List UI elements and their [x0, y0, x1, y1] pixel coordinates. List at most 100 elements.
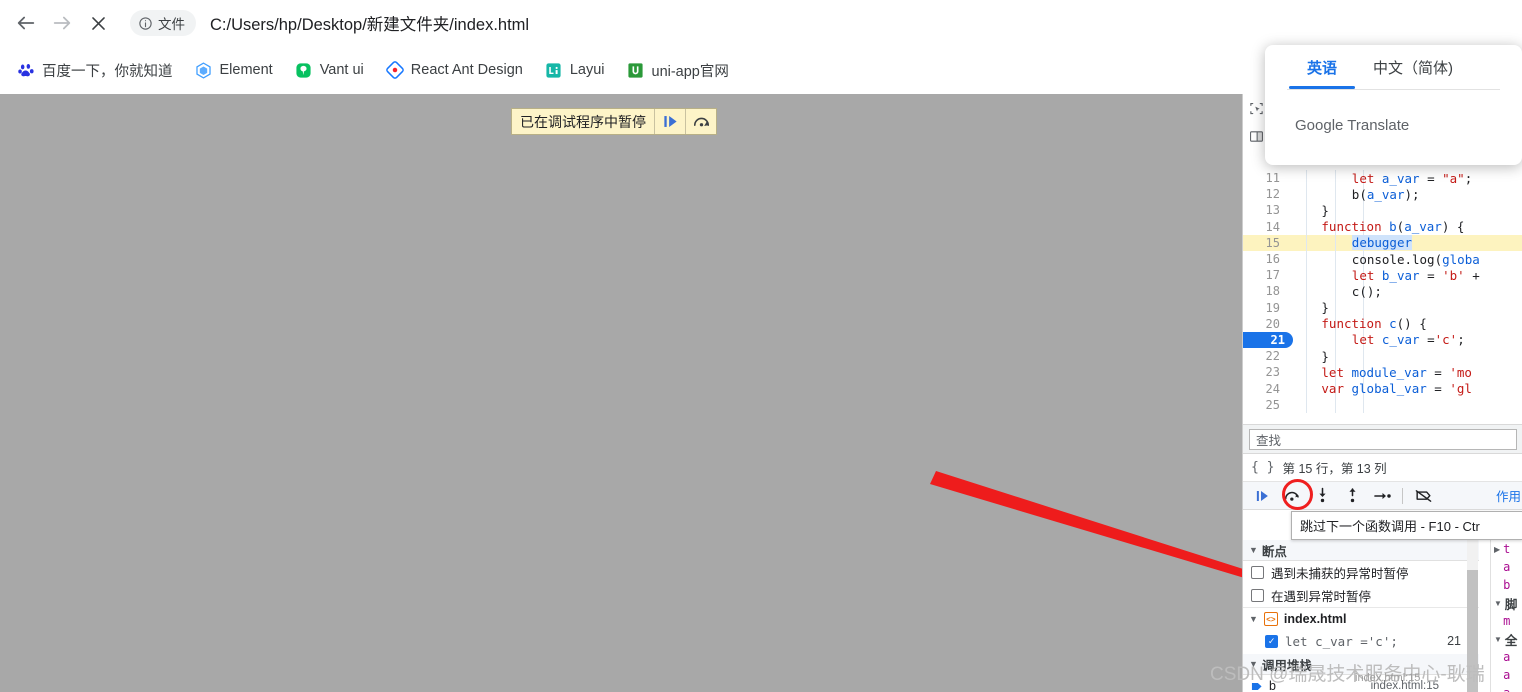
- line-number[interactable]: 18: [1243, 284, 1287, 298]
- code-line[interactable]: 19}: [1243, 299, 1522, 316]
- breakpoints-header[interactable]: ▼ 断点: [1243, 540, 1479, 561]
- code-token: a_var: [1404, 219, 1442, 235]
- bookmark-vant-ui[interactable]: Vant ui: [288, 55, 371, 85]
- code-token: b_var: [1381, 267, 1420, 283]
- tab-chinese-label: 中文（简体): [1373, 59, 1454, 77]
- line-number[interactable]: 11: [1243, 171, 1287, 185]
- translate-language-tabs: 英语 中文（简体): [1265, 45, 1522, 89]
- scope-row[interactable]: ▶a: [1494, 684, 1522, 692]
- resume-script-button[interactable]: [1249, 484, 1275, 508]
- code-line[interactable]: 16 console.log(globa: [1243, 250, 1522, 268]
- scope-panel-clipped: ▶t▶a▶b▼脚▶m▼全▶a▶a▶a: [1490, 540, 1522, 692]
- breakpoint-marker[interactable]: 21: [1243, 331, 1293, 349]
- code-line[interactable]: 22}: [1243, 348, 1522, 365]
- line-number[interactable]: 15: [1243, 236, 1287, 250]
- code-line[interactable]: 20 function c() {: [1243, 315, 1522, 332]
- line-number[interactable]: 22: [1243, 349, 1287, 363]
- element-icon: [195, 61, 213, 79]
- back-button[interactable]: [8, 5, 44, 41]
- bookmark-layui[interactable]: Layui: [538, 55, 612, 85]
- line-number[interactable]: 19: [1243, 301, 1287, 315]
- code-text: var global_var = 'gl: [1291, 381, 1472, 396]
- scope-label: 脚: [1504, 597, 1518, 612]
- code-line[interactable]: 14 function b(a_var) {: [1243, 218, 1522, 235]
- browser-toolbar: 文件 C:/Users/hp/Desktop/新建文件夹/index.html: [0, 0, 1522, 46]
- pause-uncaught-checkbox[interactable]: [1251, 566, 1264, 579]
- scope-row[interactable]: ▶a: [1494, 558, 1522, 576]
- breakpoint-file-row[interactable]: ▼ <> index.html: [1243, 607, 1479, 630]
- code-line[interactable]: 15 debugger: [1243, 234, 1522, 251]
- code-line[interactable]: 17 let b_var = 'b' +: [1243, 267, 1522, 284]
- line-number[interactable]: 12: [1243, 187, 1287, 201]
- step-out-button[interactable]: [1339, 484, 1365, 508]
- code-text: }: [1291, 203, 1329, 218]
- code-line[interactable]: 18 c();: [1243, 283, 1522, 300]
- code-text: let c_var ='c';: [1291, 332, 1465, 347]
- line-number[interactable]: 16: [1243, 252, 1287, 266]
- code-line[interactable]: 12 b(a_var);: [1243, 186, 1522, 203]
- pause-uncaught-exceptions-row[interactable]: 遇到未捕获的异常时暂停: [1243, 561, 1479, 584]
- resume-script-execution-button[interactable]: [654, 109, 685, 134]
- step-over-button[interactable]: [1279, 484, 1305, 508]
- bookmark-baidu[interactable]: 百度一下，你就知道: [10, 55, 180, 85]
- pretty-print-icon[interactable]: { }: [1251, 460, 1274, 475]
- line-number[interactable]: 24: [1243, 382, 1287, 396]
- page-viewport: 已在调试程序中暂停: [0, 94, 1242, 692]
- pause-exceptions-checkbox[interactable]: [1251, 589, 1264, 602]
- scope-row[interactable]: ▶b: [1494, 576, 1522, 594]
- forward-button[interactable]: [44, 5, 80, 41]
- scope-row[interactable]: ▼ 脚: [1494, 594, 1522, 612]
- step-into-button[interactable]: [1309, 484, 1335, 508]
- breakpoint-enabled-checkbox[interactable]: ✓: [1265, 634, 1278, 648]
- breakpoints-scrollbar[interactable]: [1467, 540, 1478, 692]
- close-icon: [91, 16, 105, 30]
- step-over-next-call-button[interactable]: [685, 109, 716, 134]
- address-bar[interactable]: 文件 C:/Users/hp/Desktop/新建文件夹/index.html: [126, 6, 1508, 40]
- deactivate-breakpoints-button[interactable]: [1410, 484, 1436, 508]
- code-line[interactable]: 2121let c_var ='c';: [1243, 331, 1522, 349]
- breakpoints-section: ▼ 断点 遇到未捕获的异常时暂停 在遇到异常时暂停 ▼ <> index.htm…: [1243, 540, 1479, 692]
- line-number[interactable]: 13: [1243, 203, 1287, 217]
- code-line[interactable]: 11 let a_var = "a";: [1243, 170, 1522, 187]
- line-number[interactable]: 23: [1243, 365, 1287, 379]
- code-token: =: [1426, 381, 1450, 397]
- fold-guide: [1306, 396, 1307, 413]
- line-number[interactable]: 20: [1243, 317, 1287, 331]
- code-token: global_var: [1351, 381, 1427, 397]
- code-token: c();: [1351, 283, 1382, 299]
- site-info-chip[interactable]: 文件: [130, 10, 196, 36]
- bookmark-react-ant-design[interactable]: React Ant Design: [379, 55, 530, 85]
- cursor-position-label: 第 15 行，第 13 列: [1282, 462, 1387, 476]
- line-number[interactable]: 25: [1243, 398, 1287, 412]
- source-code-editor[interactable]: 11 let a_var = "a"; 12 b(a_var); 13} 14 functi…: [1243, 170, 1522, 423]
- step-over-tooltip: 跳过下一个函数调用 - F10 - Ctr: [1291, 511, 1522, 540]
- active-tab-underline: [1289, 86, 1356, 89]
- pause-exceptions-row[interactable]: 在遇到异常时暂停: [1243, 584, 1479, 607]
- stop-loading-button[interactable]: [80, 5, 116, 41]
- bookmark-element[interactable]: Element: [188, 55, 280, 85]
- scope-row[interactable]: ▶a: [1494, 648, 1522, 666]
- code-line[interactable]: 23 let module_var = 'mo: [1243, 364, 1522, 381]
- step-button[interactable]: [1369, 484, 1395, 508]
- callstack-frame[interactable]: b index.html:15: [1243, 675, 1479, 692]
- code-token: =: [1419, 267, 1443, 283]
- tab-english[interactable]: 英语: [1289, 45, 1356, 89]
- scope-row[interactable]: ▶a: [1494, 666, 1522, 684]
- code-line[interactable]: 13}: [1243, 202, 1522, 219]
- find-input[interactable]: 查找: [1249, 428, 1517, 450]
- pause-uncaught-label: 遇到未捕获的异常时暂停: [1271, 567, 1409, 581]
- scope-row[interactable]: ▼ 全: [1494, 630, 1522, 648]
- code-line[interactable]: 24 var global_var = 'gl: [1243, 380, 1522, 397]
- tab-chinese-simplified[interactable]: 中文（简体): [1355, 45, 1471, 89]
- breakpoint-item[interactable]: ✓ let c_var ='c'; 21: [1243, 630, 1479, 652]
- scope-row[interactable]: ▶ t: [1494, 540, 1522, 558]
- bookmark-uniapp[interactable]: uni-app官网: [620, 55, 736, 85]
- scope-tab-label[interactable]: 作用: [1496, 486, 1522, 505]
- code-line[interactable]: 25: [1243, 396, 1522, 413]
- callstack-header[interactable]: ▼ 调用堆栈: [1243, 654, 1479, 675]
- line-number[interactable]: 14: [1243, 220, 1287, 234]
- scope-row[interactable]: ▶m: [1494, 612, 1522, 630]
- code-token: =: [1426, 364, 1450, 380]
- line-number[interactable]: 17: [1243, 268, 1287, 282]
- fold-guide: [1335, 348, 1336, 365]
